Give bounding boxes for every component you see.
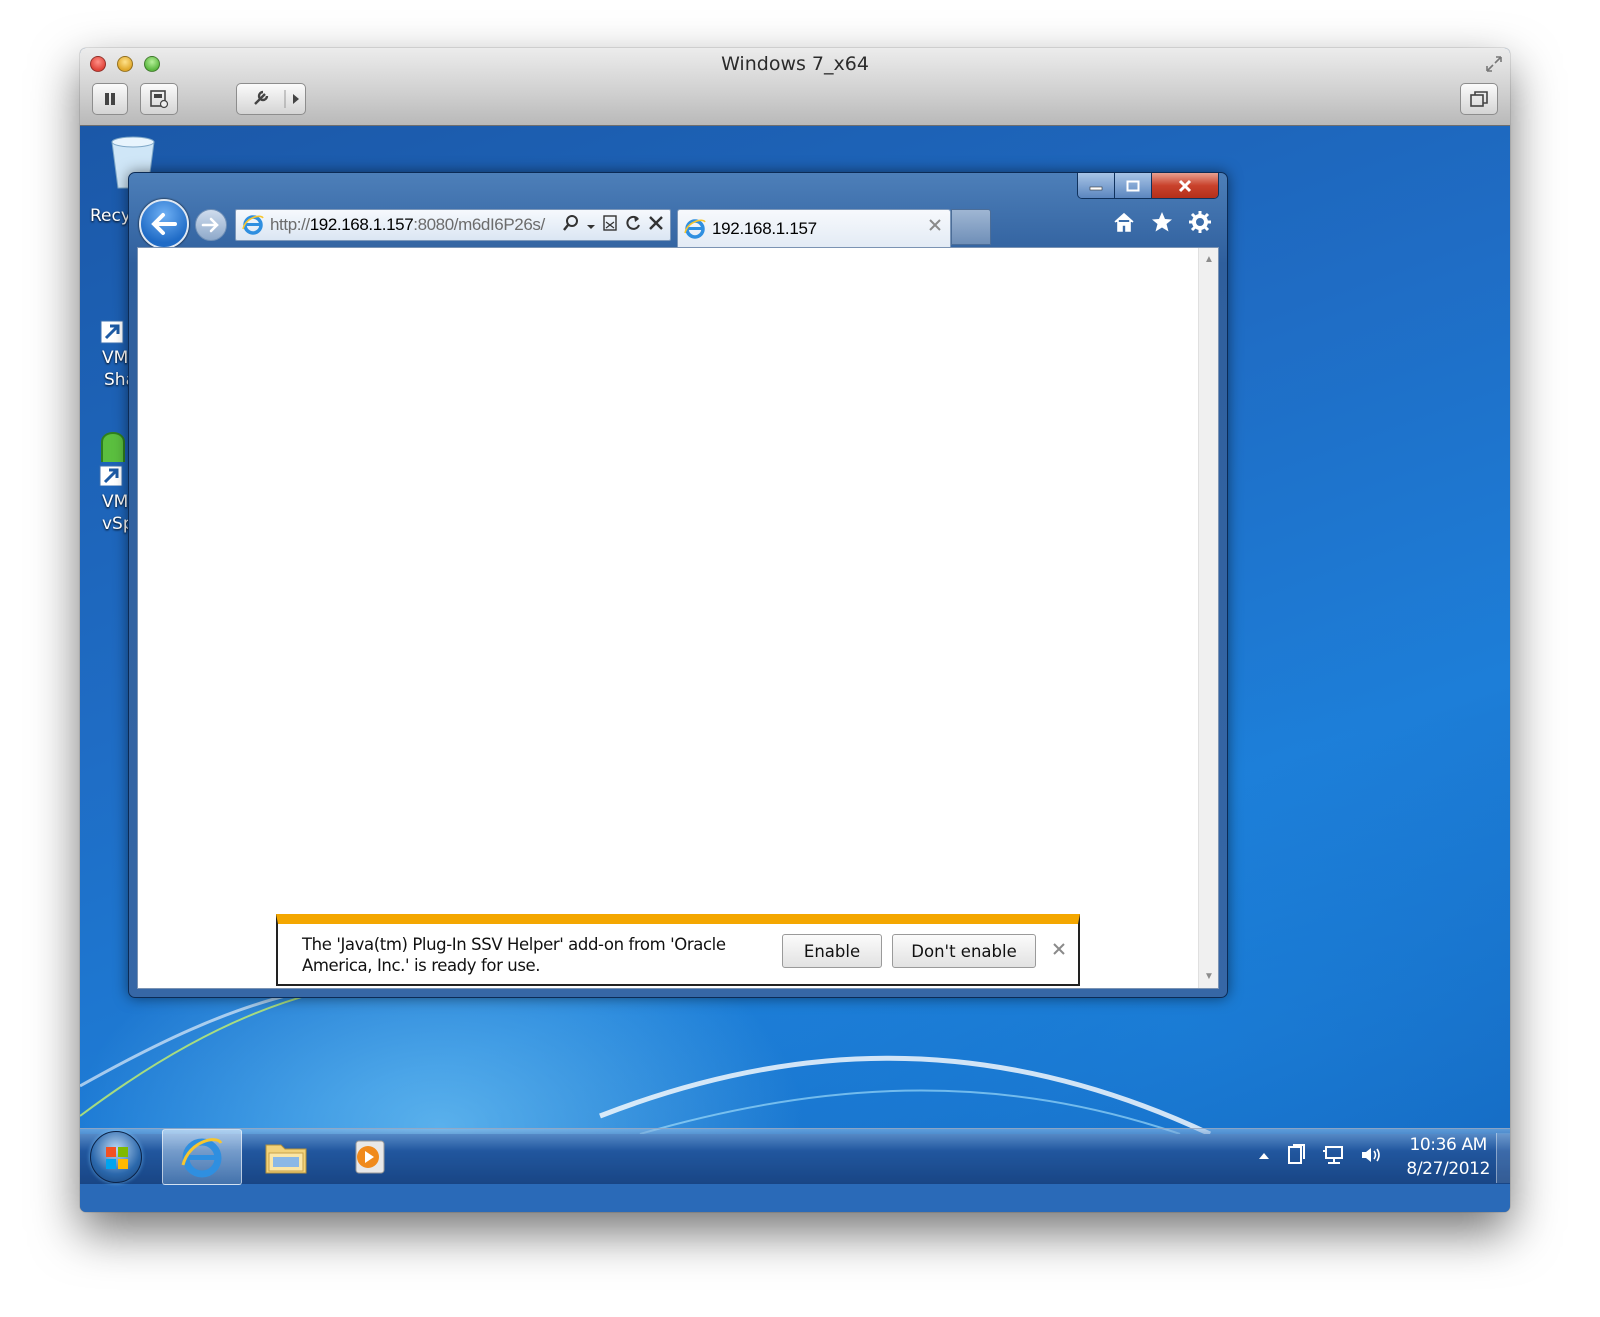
scroll-down-arrow[interactable]: ▼: [1199, 971, 1219, 982]
back-arrow-icon: [151, 213, 177, 235]
favorites-star-icon[interactable]: [1151, 211, 1173, 238]
snapshot-icon: [150, 90, 169, 109]
ie-caption-buttons: [1077, 173, 1219, 199]
tab-close-icon[interactable]: [928, 216, 942, 237]
search-icon[interactable]: [562, 214, 580, 237]
taskbar-windows-explorer[interactable]: [246, 1129, 326, 1185]
clock[interactable]: 10:36 AM 8/27/2012: [1406, 1133, 1490, 1181]
url-prefix: http://: [270, 215, 310, 234]
pause-vm-button[interactable]: [92, 83, 128, 115]
internet-explorer-window: http://192.168.1.157:8080/m6dI6P26s/ 192…: [128, 172, 1228, 998]
snapshot-button[interactable]: [140, 83, 178, 115]
tools-gear-icon[interactable]: [1189, 211, 1211, 238]
stop-icon[interactable]: [648, 215, 664, 236]
restore-view-button[interactable]: [1460, 83, 1498, 115]
pause-icon: [105, 93, 115, 105]
fullscreen-icon[interactable]: [1484, 54, 1504, 74]
ie-command-icons: [1113, 211, 1211, 238]
ie-page-icon: [242, 215, 264, 235]
ie-close-button[interactable]: [1152, 173, 1218, 198]
system-tray: 10:36 AM 8/27/2012: [1258, 1129, 1490, 1185]
media-player-icon: [355, 1140, 385, 1174]
wrench-icon: [254, 90, 299, 108]
windows-explorer-icon: [265, 1144, 307, 1174]
vmware-vsphere-icon[interactable]: [98, 422, 130, 491]
page-content[interactable]: ▲ ▼ The 'Java(tm) Plug-In SSV Helper' ad…: [137, 247, 1219, 989]
recycle-bin-label: Recy: [90, 206, 131, 226]
tab-title: 192.168.1.157: [712, 218, 817, 238]
taskbar-internet-explorer[interactable]: [162, 1129, 242, 1185]
ie-maximize-button[interactable]: [1115, 173, 1152, 198]
enable-button[interactable]: Enable: [782, 934, 882, 968]
show-hidden-icons-icon[interactable]: [1258, 1148, 1270, 1166]
internet-explorer-icon: [181, 1138, 223, 1178]
vm-window-title: Windows 7_x64: [721, 53, 869, 75]
network-icon[interactable]: [1322, 1145, 1344, 1170]
taskbar-media-player[interactable]: [330, 1129, 410, 1185]
home-icon[interactable]: [1113, 211, 1135, 238]
tab-active[interactable]: 192.168.1.157: [677, 209, 951, 247]
forward-button[interactable]: [195, 209, 227, 241]
scroll-up-arrow[interactable]: ▲: [1199, 254, 1219, 265]
vmware-shared-label-line1: VM: [102, 348, 129, 368]
notification-message: The 'Java(tm) Plug-In SSV Helper' add-on…: [302, 935, 726, 975]
compatibility-view-icon[interactable]: [602, 214, 618, 237]
show-desktop-button[interactable]: [1496, 1133, 1510, 1183]
vm-settings-button[interactable]: [236, 83, 306, 115]
windows-logo-icon: [106, 1147, 128, 1169]
minimize-icon: [1089, 186, 1103, 190]
url-host: 192.168.1.157: [309, 215, 414, 234]
windows-taskbar: 10:36 AM 8/27/2012: [80, 1128, 1510, 1185]
back-button[interactable]: [139, 199, 189, 249]
vmware-vsphere-label-line1: VM: [102, 492, 129, 512]
url-text: http://192.168.1.157:8080/m6dI6P26s/: [270, 215, 545, 235]
ie-minimize-button[interactable]: [1078, 173, 1115, 198]
clock-time: 10:36 AM: [1409, 1135, 1487, 1155]
address-actions: [562, 214, 664, 237]
new-tab-button[interactable]: [951, 209, 991, 245]
dont-enable-button[interactable]: Don't enable: [892, 934, 1036, 968]
notification-close-icon[interactable]: [1052, 940, 1066, 961]
dropdown-arrow-icon[interactable]: [586, 216, 596, 236]
tab-ie-icon: [684, 218, 706, 239]
vm-titlebar: Windows 7_x64: [80, 48, 1510, 126]
restore-icon: [1470, 91, 1488, 107]
url-path: :8080/m6dI6P26s/: [413, 215, 545, 234]
close-icon: [1178, 179, 1192, 192]
vmware-shared-folders-icon[interactable]: [100, 320, 124, 349]
address-bar[interactable]: http://192.168.1.157:8080/m6dI6P26s/: [235, 209, 671, 241]
refresh-icon[interactable]: [624, 214, 642, 237]
addon-notification-bar: The 'Java(tm) Plug-In SSV Helper' add-on…: [276, 914, 1080, 986]
forward-arrow-icon: [201, 217, 219, 233]
start-button[interactable]: [90, 1131, 142, 1183]
volume-icon[interactable]: [1360, 1145, 1384, 1170]
vertical-scrollbar[interactable]: ▲ ▼: [1198, 248, 1218, 988]
maximize-icon: [1126, 180, 1140, 191]
clock-date: 8/27/2012: [1406, 1159, 1490, 1179]
action-center-icon[interactable]: [1286, 1143, 1306, 1171]
